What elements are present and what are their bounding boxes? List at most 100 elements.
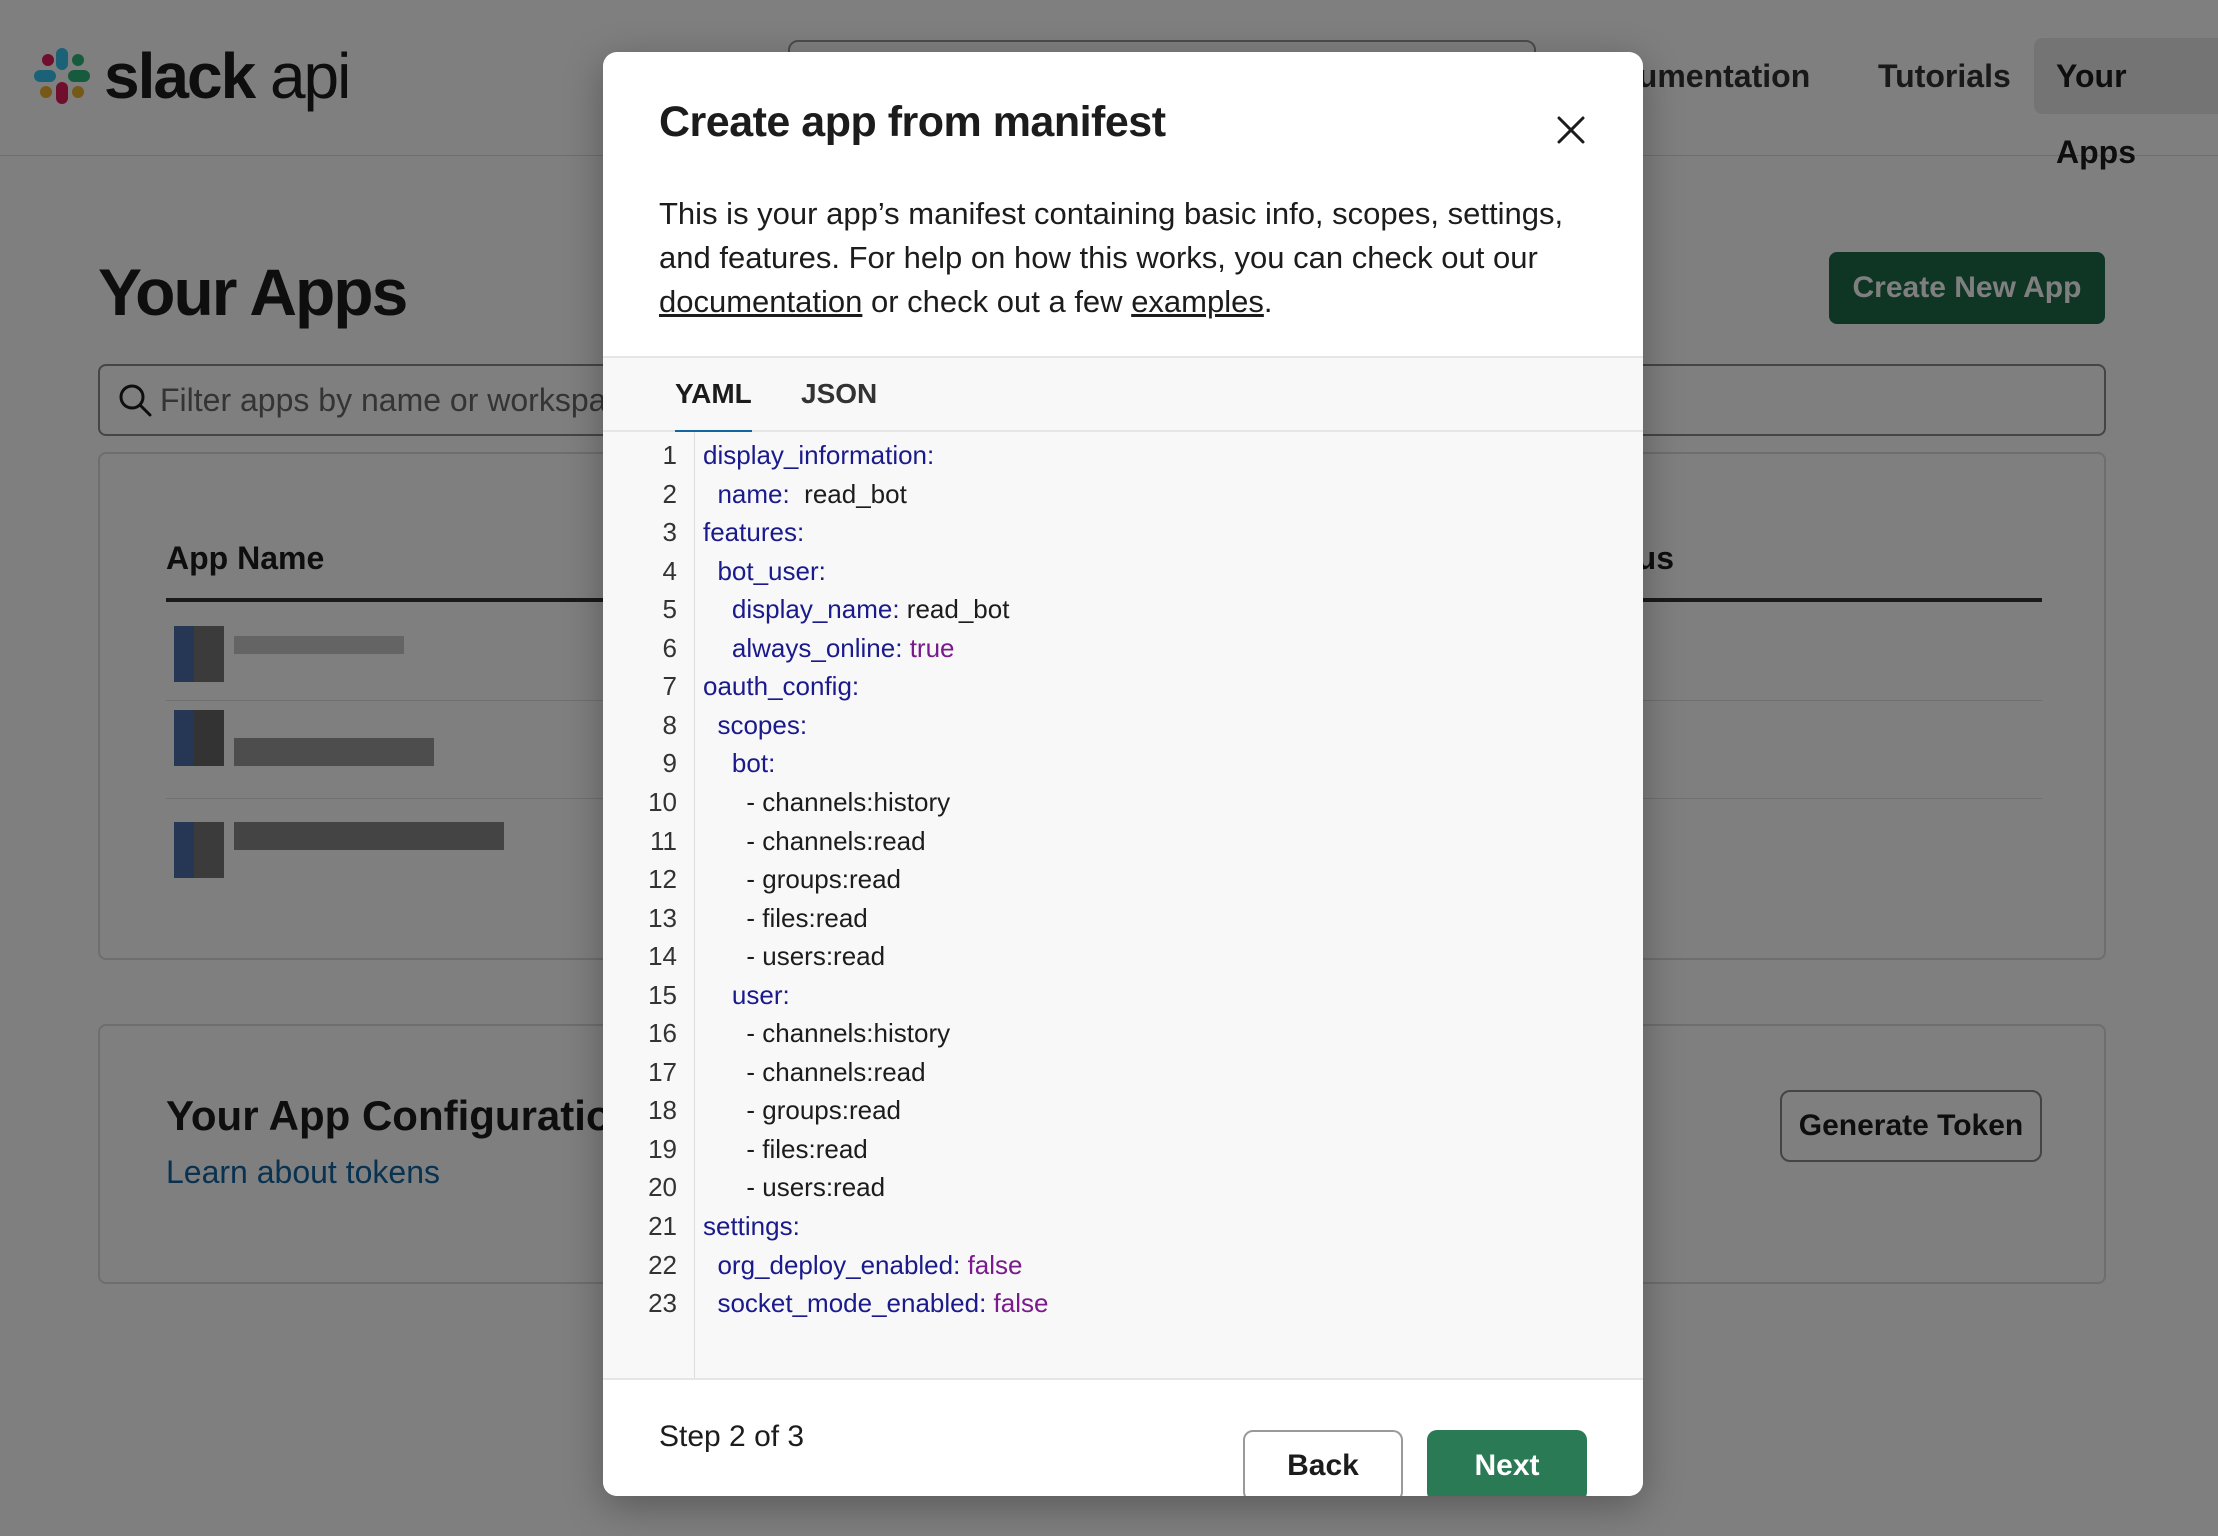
line-number: 9 <box>662 748 677 779</box>
line-number: 10 <box>648 786 677 817</box>
yaml-key: oauth_config <box>703 671 852 702</box>
create-app-from-manifest-modal: Create app from manifest This is your ap… <box>603 52 1643 1496</box>
code-text: name: read_bot <box>717 478 907 509</box>
yaml-value: users:read <box>762 941 886 972</box>
code-line: 14 - users:read <box>603 937 1643 975</box>
code-line: 6 always_online: true <box>603 629 1643 667</box>
yaml-key: name <box>717 478 783 509</box>
yaml-value: channels:history <box>762 786 951 817</box>
line-number: 16 <box>648 1018 677 1049</box>
code-line: 10 - channels:history <box>603 783 1643 821</box>
code-text: socket_mode_enabled: false <box>717 1288 1049 1319</box>
line-number: 8 <box>662 709 677 740</box>
code-text: - channels:history <box>746 786 951 817</box>
code-line: 9 bot: <box>603 744 1643 782</box>
line-number: 6 <box>662 632 677 663</box>
code-line: 19 - files:read <box>603 1130 1643 1168</box>
yaml-value: false <box>967 1249 1023 1280</box>
code-text: bot: <box>731 748 776 779</box>
code-text: - users:read <box>746 941 886 972</box>
line-number: 5 <box>662 594 677 625</box>
line-number: 13 <box>648 902 677 933</box>
code-line: 21 settings: <box>603 1207 1643 1245</box>
code-text: oauth_config: <box>703 671 860 702</box>
yaml-value: channels:read <box>762 1056 926 1087</box>
code-text: - files:read <box>746 1133 868 1164</box>
code-text: display_name: read_bot <box>731 594 1010 625</box>
yaml-key: display_information <box>703 440 928 470</box>
code-line: 15 user: <box>603 976 1643 1014</box>
yaml-key: socket_mode_enabled <box>717 1288 980 1319</box>
tab-yaml[interactable]: YAML <box>675 358 752 434</box>
line-number: 23 <box>648 1288 677 1319</box>
yaml-value: groups:read <box>762 1095 901 1126</box>
code-line: 4 bot_user: <box>603 552 1643 590</box>
yaml-value: files:read <box>762 1133 868 1164</box>
line-number: 21 <box>648 1211 677 1241</box>
yaml-value: users:read <box>762 1172 886 1203</box>
code-line: 11 - channels:read <box>603 822 1643 860</box>
yaml-value: read_bot <box>906 594 1010 625</box>
code-text: user: <box>731 979 790 1010</box>
line-number: 17 <box>648 1056 677 1087</box>
close-icon[interactable] <box>1547 106 1595 154</box>
code-text: settings: <box>703 1211 800 1241</box>
yaml-value: read_bot <box>804 478 907 509</box>
code-line: 20 - users:read <box>603 1168 1643 1206</box>
code-text: - channels:read <box>746 825 926 856</box>
yaml-key: user <box>731 979 783 1010</box>
code-line: 12 - groups:read <box>603 860 1643 898</box>
manifest-code-editor[interactable]: 1 display_information: 2 name: read_bot 3 fe… <box>603 432 1643 1378</box>
code-line: 23 socket_mode_enabled: false <box>603 1284 1643 1322</box>
code-line: 17 - channels:read <box>603 1053 1643 1091</box>
examples-link[interactable]: examples <box>1131 284 1264 319</box>
tab-json[interactable]: JSON <box>801 358 877 432</box>
code-text: - channels:history <box>746 1018 951 1049</box>
line-number: 4 <box>662 555 677 586</box>
code-text: scopes: <box>717 709 808 740</box>
yaml-key: scopes <box>717 709 800 740</box>
code-text: - files:read <box>746 902 868 933</box>
back-button[interactable]: Back <box>1243 1430 1403 1496</box>
yaml-key: org_deploy_enabled <box>717 1249 954 1280</box>
line-number: 15 <box>648 979 677 1010</box>
modal-footer: Step 2 of 3 Back Next <box>603 1378 1643 1496</box>
line-number: 2 <box>662 478 677 509</box>
code-line: 3 features: <box>603 513 1643 551</box>
yaml-key: bot <box>731 748 769 779</box>
line-number: 19 <box>648 1133 677 1164</box>
code-line: 18 - groups:read <box>603 1091 1643 1129</box>
code-text: features: <box>703 517 805 548</box>
code-text: - channels:read <box>746 1056 926 1087</box>
manifest-format-tabs: YAML JSON <box>603 356 1643 434</box>
code-text: org_deploy_enabled: false <box>717 1249 1023 1280</box>
line-number: 1 <box>662 440 677 470</box>
code-line: 1 display_information: <box>603 436 1643 474</box>
modal-description: This is your app’s manifest containing b… <box>659 196 1564 319</box>
line-number: 12 <box>648 864 677 895</box>
code-line: 22 org_deploy_enabled: false <box>603 1246 1643 1284</box>
step-indicator: Step 2 of 3 <box>659 1420 805 1453</box>
line-number: 20 <box>648 1172 677 1203</box>
code-line: 7 oauth_config: <box>603 667 1643 705</box>
code-text: - groups:read <box>746 864 901 895</box>
code-text: - groups:read <box>746 1095 901 1126</box>
yaml-value: channels:history <box>762 1018 951 1049</box>
line-number: 7 <box>662 671 677 702</box>
yaml-key: display_name <box>731 594 893 625</box>
line-number: 11 <box>650 825 677 856</box>
line-number: 3 <box>662 517 677 548</box>
next-button[interactable]: Next <box>1427 1430 1587 1496</box>
line-number: 14 <box>648 941 677 972</box>
line-number: 22 <box>648 1249 677 1280</box>
yaml-key: features <box>703 517 797 548</box>
yaml-value: groups:read <box>762 864 901 895</box>
code-line: 5 display_name: read_bot <box>603 590 1643 628</box>
documentation-link[interactable]: documentation <box>659 284 862 319</box>
modal-title: Create app from manifest <box>659 98 1166 146</box>
code-line: 2 name: read_bot <box>603 475 1643 513</box>
code-text: bot_user: <box>717 555 826 586</box>
yaml-value: files:read <box>762 902 868 933</box>
code-text: display_information: <box>703 440 935 470</box>
code-text: - users:read <box>746 1172 886 1203</box>
